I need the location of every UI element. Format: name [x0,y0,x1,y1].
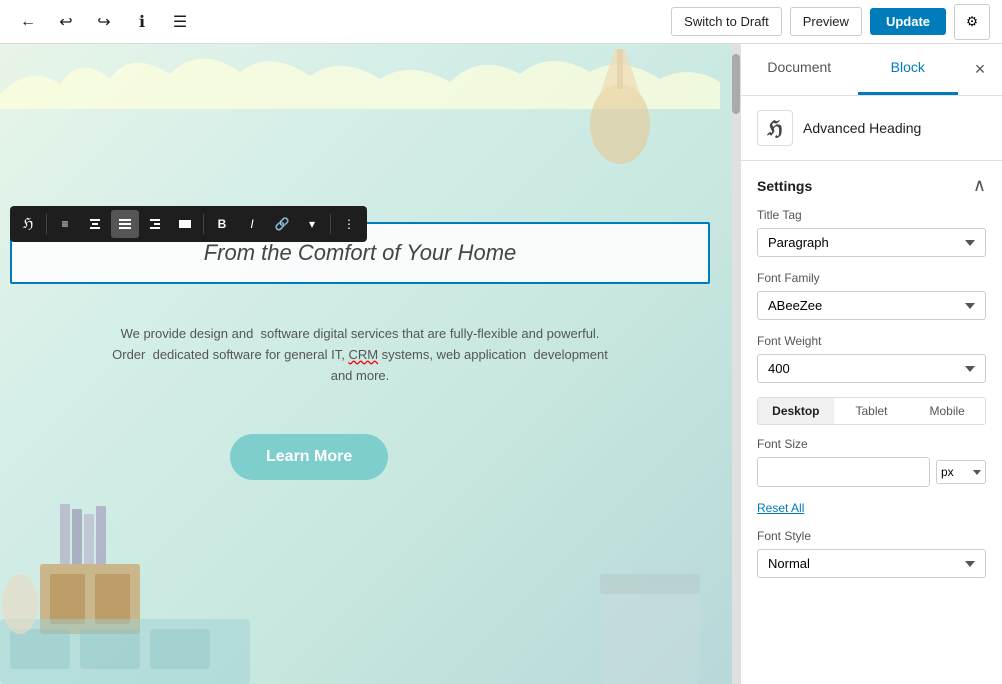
align-center-button[interactable] [81,210,109,238]
toolbar-right: Switch to Draft Preview Update ⚙ [671,4,990,40]
title-tag-select[interactable]: Paragraph H1H2H3 [757,228,986,257]
bold-icon: B [218,217,227,231]
settings-button[interactable]: ⚙ [954,4,990,40]
align-right-icon [148,217,162,231]
font-weight-group: Font Weight 100200300 400500600700 [757,334,986,383]
block-info: ℌ Advanced Heading [741,96,1002,161]
info-button[interactable]: ℹ [126,6,158,38]
font-style-group: Font Style Normal ItalicOblique [757,529,986,578]
settings-panel: Settings ∧ Title Tag Paragraph H1H2H3 Fo… [741,161,1002,608]
font-size-group: Font Size ▲ ▼ pxemrem% [757,437,986,487]
info-icon: ℹ [139,12,145,32]
tab-document[interactable]: Document [749,44,850,95]
back-icon: ← [20,13,36,31]
italic-icon: I [250,217,253,231]
block-name-label: Advanced Heading [803,120,921,136]
more-options-button[interactable]: ▾ [298,210,326,238]
body-text: We provide design and software digital s… [10,324,710,386]
toolbar-divider-1 [46,214,47,234]
main-layout: ℌ ≡ B [0,44,1002,684]
furniture-right-decoration [590,504,710,684]
align-full-button[interactable] [171,210,199,238]
back-button[interactable]: ← [12,6,44,38]
align-justify-icon [118,217,132,231]
block-icon: ℌ [757,110,793,146]
font-family-select[interactable]: ABeeZee ArialGeorgia [757,291,986,320]
italic-button[interactable]: I [238,210,266,238]
title-tag-label: Title Tag [757,208,986,222]
font-family-label: Font Family [757,271,986,285]
settings-header: Settings ∧ [757,161,986,208]
font-size-input-wrap: ▲ ▼ [757,457,930,487]
block-type-button[interactable]: ℌ [14,210,42,238]
align-left-icon: ≡ [61,217,68,231]
font-family-group: Font Family ABeeZee ArialGeorgia [757,271,986,320]
toolbar-left: ← ↩ ↪ ℹ ☰ [12,6,196,38]
collapse-settings-button[interactable]: ∧ [973,175,986,196]
font-size-row: ▲ ▼ pxemrem% [757,457,986,487]
font-weight-label: Font Weight [757,334,986,348]
redo-icon: ↪ [97,12,110,32]
font-size-label: Font Size [757,437,986,451]
link-button[interactable]: 🔗 [268,210,296,238]
redo-button[interactable]: ↪ [88,6,120,38]
preview-button[interactable]: Preview [790,7,862,36]
heading-text: From the Comfort of Your Home [204,240,517,265]
undo-button[interactable]: ↩ [50,6,82,38]
scroll-thumb[interactable] [732,54,740,114]
sidebar: Document Block × ℌ Advanced Heading Sett… [740,44,1002,684]
align-center-icon [88,217,102,231]
align-justify-button[interactable] [111,210,139,238]
list-view-button[interactable]: ☰ [164,6,196,38]
list-icon: ☰ [173,12,187,32]
lamp-decoration [580,44,660,164]
align-right-button[interactable] [141,210,169,238]
desktop-tab[interactable]: Desktop [758,398,834,424]
toolbar-divider-3 [330,214,331,234]
font-style-select[interactable]: Normal ItalicOblique [757,549,986,578]
block-options-button[interactable]: ⋮ [335,210,363,238]
scrollbar[interactable] [732,44,740,684]
reset-all-button[interactable]: Reset All [757,501,804,515]
link-icon: 🔗 [275,217,290,231]
font-size-unit-select[interactable]: pxemrem% [936,460,986,484]
undo-icon: ↩ [59,12,72,32]
font-weight-select[interactable]: 100200300 400500600700 [757,354,986,383]
toolbar-divider-2 [203,214,204,234]
body-text-content: We provide design and software digital s… [112,326,608,383]
responsive-tabs: Desktop Tablet Mobile [757,397,986,425]
mobile-tab[interactable]: Mobile [909,398,985,424]
hero-background: ℌ ≡ B [0,44,740,684]
settings-title: Settings [757,178,812,194]
switch-to-draft-button[interactable]: Switch to Draft [671,7,782,36]
font-size-input[interactable] [758,458,930,486]
canvas-area: ℌ ≡ B [0,44,740,684]
align-full-icon [178,217,192,231]
close-sidebar-button[interactable]: × [966,56,994,84]
bold-button[interactable]: B [208,210,236,238]
update-button[interactable]: Update [870,8,946,35]
tab-block[interactable]: Block [858,44,959,95]
tablet-tab[interactable]: Tablet [834,398,910,424]
title-tag-group: Title Tag Paragraph H1H2H3 [757,208,986,257]
font-style-label: Font Style [757,529,986,543]
align-left-button[interactable]: ≡ [51,210,79,238]
options-icon: ⋮ [343,217,355,231]
sidebar-header: Document Block × [741,44,1002,96]
block-type-icon: ℌ [23,216,34,233]
furniture-left-decoration [0,464,280,684]
floating-toolbar: ℌ ≡ B [10,206,367,242]
top-toolbar: ← ↩ ↪ ℹ ☰ Switch to Draft Preview Update… [0,0,1002,44]
chevron-down-icon: ▾ [309,217,315,231]
gear-icon: ⚙ [966,14,978,30]
